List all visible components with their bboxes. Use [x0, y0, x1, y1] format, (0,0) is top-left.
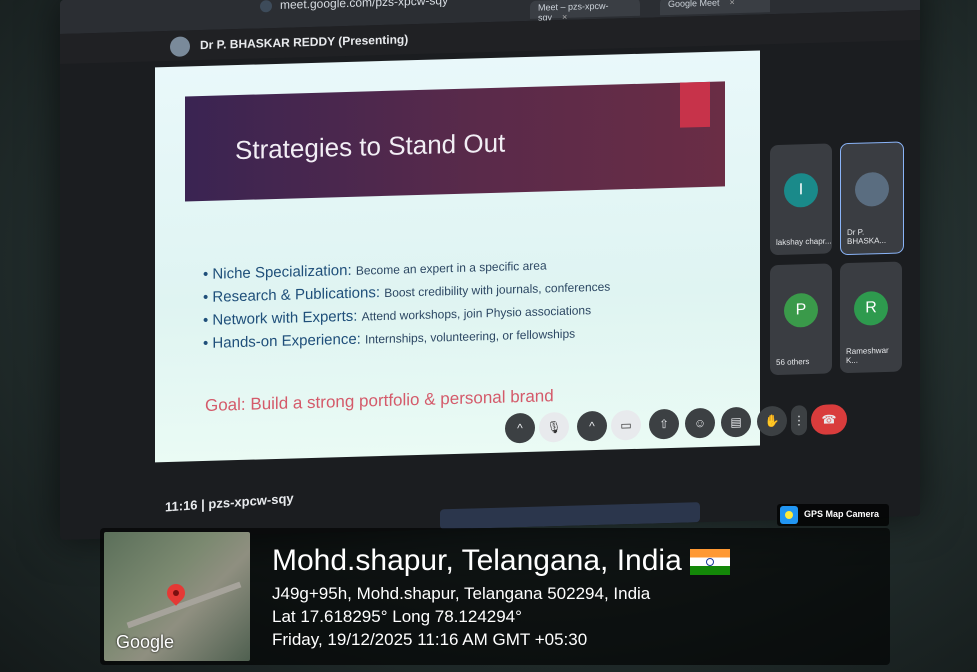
location-title: Mohd.shapur, Telangana, India — [272, 544, 730, 578]
participant-avatar: R — [854, 291, 888, 327]
gps-camera-badge: GPS Map Camera — [777, 504, 889, 526]
participant-avatar — [855, 172, 889, 207]
participant-name: lakshay chapr... — [776, 236, 832, 248]
more-options-icon[interactable]: ⋮ — [791, 405, 807, 436]
participant-name: 56 others — [776, 357, 810, 368]
slide-bullet-list: • Niche Specialization: Become an expert… — [203, 250, 763, 358]
address-line: J49g+95h, Mohd.shapur, Telangana 502294,… — [272, 584, 651, 603]
participant-tile[interactable]: Dr P. BHASKA... — [840, 141, 904, 256]
tab-google-meet[interactable]: Google Meet × — [660, 0, 770, 16]
participant-name: Dr P. BHASKA... — [847, 227, 887, 247]
presentation-slide: Strategies to Stand Out • Niche Speciali… — [155, 50, 763, 463]
india-flag-icon — [689, 549, 730, 576]
participant-tile[interactable]: I lakshay chapr... — [770, 143, 832, 256]
map-thumbnail: Google — [104, 532, 250, 661]
raise-hand-icon[interactable]: ✋ — [757, 405, 787, 437]
coordinates-line: Lat 17.618295° Long 78.124294° — [272, 607, 522, 626]
slide-goal: Goal: Build a strong portfolio & persona… — [205, 386, 554, 415]
participant-avatar: I — [784, 173, 818, 208]
participant-tile[interactable]: R Rameshwar K... — [840, 261, 902, 374]
end-call-button[interactable]: ☎ — [811, 404, 847, 436]
map-logo: Google — [116, 632, 175, 652]
slide-accent — [680, 81, 710, 128]
datetime-line: Friday, 19/12/2025 11:16 AM GMT +05:30 — [272, 630, 588, 649]
camera-icon — [780, 506, 798, 524]
participant-name: Rameshwar K... — [846, 345, 889, 366]
tab-meet[interactable]: Meet – pzs-xpcw-sqy × — [530, 0, 640, 23]
site-icon — [260, 0, 272, 13]
close-icon[interactable]: × — [730, 0, 735, 7]
projected-screen: meet.google.com/pzs-xpcw-sqy Meet – pzs-… — [60, 0, 920, 540]
address-bar[interactable]: meet.google.com/pzs-xpcw-sqy — [260, 0, 449, 13]
participant-avatar: P — [784, 293, 818, 328]
gps-camera-label: GPS Map Camera — [804, 509, 880, 519]
participant-tile[interactable]: P 56 others — [770, 263, 832, 376]
url-text: meet.google.com/pzs-xpcw-sqy — [280, 0, 449, 12]
